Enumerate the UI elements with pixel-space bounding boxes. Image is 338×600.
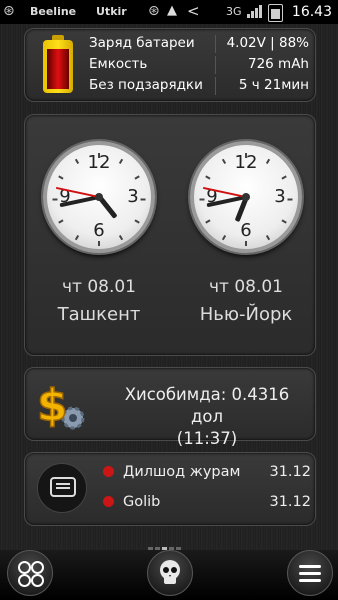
share-icon: < <box>187 2 200 20</box>
clock-city-new-york: Нью-Йорк <box>199 304 293 325</box>
clock-tick <box>74 234 80 241</box>
world-clock-widget[interactable]: 12 3 6 9 12 3 6 9 чт 08.01 чт 08.01 Ташкент Нь… <box>24 114 316 356</box>
clock-tick <box>205 219 211 224</box>
clock-hub <box>95 193 103 201</box>
clock-tick <box>281 219 287 224</box>
unread-dot-icon <box>103 496 114 507</box>
message-date: 31.12 <box>269 464 311 480</box>
menu-icon[interactable] <box>287 550 333 596</box>
drive-icon: ▲ <box>167 3 177 18</box>
status-bar: ⊛ Beeline Utkir ⊛ ▲ < 3G 16.43 <box>0 0 338 24</box>
bottom-bar <box>0 550 338 600</box>
row-value: 5 ч 21мин <box>238 77 309 93</box>
clock-tick <box>265 234 271 241</box>
message-date: 31.12 <box>269 494 311 510</box>
clock-numeral: 3 <box>274 186 286 207</box>
clock-numeral: 12 <box>234 152 258 173</box>
svg-text:$: $ <box>37 380 68 431</box>
clock-face-new-york: 12 3 6 9 <box>190 141 302 253</box>
network-type: 3G <box>226 5 242 18</box>
row-value: 4.02V | 88% <box>226 35 309 51</box>
row-label: Заряд батареи <box>89 35 195 51</box>
clock-date-new-york: чт 08.01 <box>208 277 284 297</box>
list-item[interactable]: Golib 31.12 <box>101 491 311 513</box>
clock-tick <box>58 175 64 180</box>
clock-tick <box>221 158 227 165</box>
balance-widget[interactable]: $ Хисобимда: 0.4316 дол (11:37) <box>24 367 316 448</box>
clock-tick <box>205 175 211 180</box>
clock-time: 16.43 <box>291 4 332 20</box>
battery-large-icon <box>41 35 75 93</box>
list-item[interactable]: Дилшод журам 31.12 <box>101 461 311 483</box>
row-label: Без подзарядки <box>89 77 203 93</box>
messages-widget[interactable]: Дилшод журам 31.12 Golib 31.12 <box>24 452 316 526</box>
clock-tick <box>134 219 140 224</box>
signal-icon <box>247 4 263 18</box>
clock-numeral: 12 <box>87 152 111 173</box>
clock-face-tashkent: 12 3 6 9 <box>43 141 155 253</box>
battery-info: Заряд батареи 4.02V | 88% Емкость 726 mA… <box>87 33 313 96</box>
clock-tick <box>58 219 64 224</box>
battery-widget[interactable]: Заряд батареи 4.02V | 88% Емкость 726 mA… <box>24 28 316 102</box>
battery-row-capacity: Емкость 726 mAh <box>87 54 313 75</box>
skull-icon[interactable] <box>147 550 193 596</box>
operator-1: Beeline <box>30 5 77 18</box>
battery-icon <box>268 4 283 22</box>
clock-tick <box>118 234 124 241</box>
battery-row-charge: Заряд батареи 4.02V | 88% <box>87 33 313 54</box>
balance-text: Хисобимда: 0.4316 дол (11:37) <box>107 384 307 450</box>
clock-tick <box>221 234 227 241</box>
message-icon[interactable] <box>37 463 87 513</box>
clock-city-tashkent: Ташкент <box>57 304 141 325</box>
operator-2: Utkir <box>96 5 127 18</box>
apps-grid-icon[interactable] <box>7 550 53 596</box>
sim1-icon: ⊛ <box>3 3 15 19</box>
balance-time: (11:37) <box>176 429 238 448</box>
battery-row-remaining: Без подзарядки 5 ч 21мин <box>87 75 313 96</box>
sim2-icon: ⊛ <box>148 3 160 19</box>
message-sender: Golib <box>123 494 161 510</box>
clock-tick <box>281 175 287 180</box>
clock-tick <box>98 241 100 246</box>
clock-date-tashkent: чт 08.01 <box>61 277 137 297</box>
clock-tick <box>118 158 124 165</box>
clock-tick <box>74 158 80 165</box>
unread-dot-icon <box>103 466 114 477</box>
clock-tick <box>245 241 247 246</box>
row-label: Емкость <box>89 56 148 72</box>
clock-numeral: 3 <box>127 186 139 207</box>
clock-tick <box>265 158 271 165</box>
clock-numeral: 6 <box>240 220 252 241</box>
dollar-gear-icon: $ <box>36 379 85 432</box>
balance-amount: Хисобимда: 0.4316 дол <box>124 385 290 426</box>
message-sender: Дилшод журам <box>123 464 241 480</box>
row-value: 726 mAh <box>247 56 309 72</box>
clock-hub <box>242 193 250 201</box>
clock-tick <box>134 175 140 180</box>
clock-numeral: 6 <box>93 220 105 241</box>
